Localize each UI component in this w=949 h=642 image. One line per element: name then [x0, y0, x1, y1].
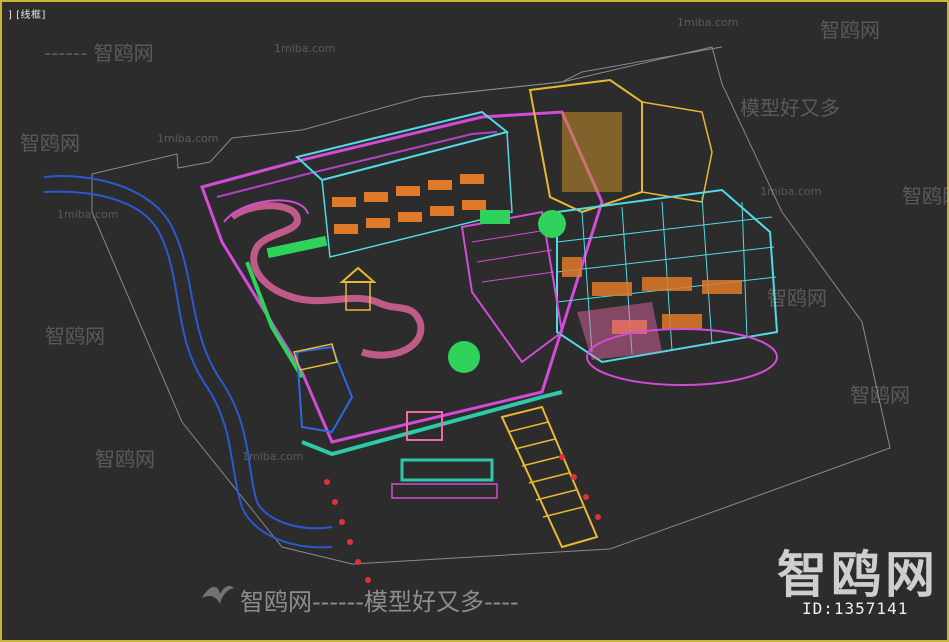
- green-walkway: [266, 235, 328, 259]
- watermark-domain: 1miba.com: [274, 42, 336, 55]
- stairway: [500, 405, 599, 549]
- entrance-plinth: [400, 458, 494, 482]
- stair-treads: [507, 421, 584, 518]
- watermark-site-name-top-right: 智鸥网: [820, 18, 880, 42]
- watermark-left-top: ------ 智鸥网: [44, 37, 154, 66]
- entrance-step: [391, 483, 498, 499]
- gazebo-blue: [295, 345, 354, 434]
- watermark-site-name-lower-right: 智鸥网: [850, 383, 910, 407]
- model-id: ID:1357141: [802, 599, 909, 618]
- watermark-domain-right: 1miba.com: [760, 185, 822, 198]
- watermark-site-name-right: 智鸥网: [767, 286, 827, 310]
- watermark-site-name-edge: 智鸥网: [902, 184, 949, 208]
- watermark-site-name-mid: 智鸥网: [45, 324, 105, 348]
- watermark-dashes: ------: [44, 41, 88, 65]
- north-hall-windows: [332, 174, 486, 234]
- pavilion-roof: [339, 266, 377, 283]
- yellow-tower-right: [641, 101, 713, 203]
- magenta-side-lines: [471, 229, 555, 283]
- watermark-site-name-lower-left: 智鸥网: [95, 447, 155, 471]
- watermark-domain-left: 1miba.com: [157, 132, 219, 145]
- yellow-tower-core: [562, 112, 622, 192]
- seagull-icon: [202, 586, 234, 604]
- watermark-domain-top: 1miba.com: [677, 16, 739, 29]
- watermark-site-name: 智鸥网: [93, 41, 154, 65]
- watermark-domain-mid-left: 1miba.com: [57, 208, 119, 221]
- bottom-watermark: 智鸥网------模型好又多----: [240, 588, 519, 616]
- green-gate: [480, 210, 510, 224]
- tree-2: [448, 341, 480, 373]
- watermark-site-name-left: 智鸥网: [20, 131, 80, 155]
- brand-logo: 智鸥网: [777, 546, 939, 604]
- watermark-domain-lower: 1miba.com: [242, 450, 304, 463]
- green-hedge: [245, 261, 304, 379]
- site-boundary-line: [421, 46, 723, 98]
- watermark-slogan: 模型好又多: [740, 96, 840, 120]
- tree-1: [538, 210, 566, 238]
- wireframe-viewport[interactable]: ] [线框] ------ 智鸥网 1miba.com 智鸥网 1miba.co…: [0, 0, 949, 642]
- south-wall: [301, 390, 563, 457]
